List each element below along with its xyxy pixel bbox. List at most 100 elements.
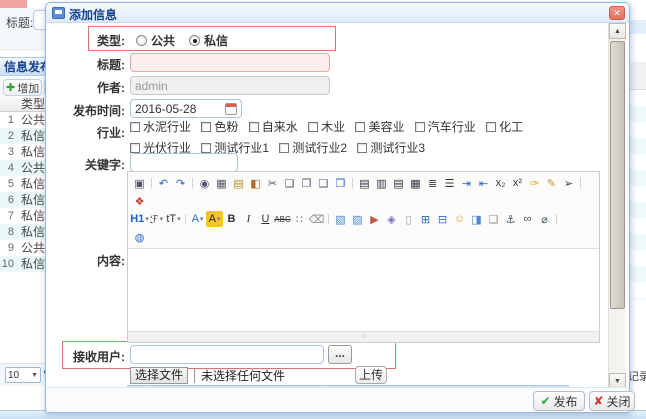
undo-icon[interactable]: ↶: [155, 175, 172, 191]
table-row[interactable]: 7 私信: [0, 208, 47, 224]
industry-checkbox[interactable]: 化工: [486, 117, 523, 137]
outdent-icon[interactable]: ⇤: [475, 175, 492, 191]
quick-format-icon[interactable]: ✎: [543, 175, 560, 191]
checkbox-icon[interactable]: [357, 143, 367, 153]
editor-status-bar[interactable]: ⁘: [128, 331, 599, 342]
cut-icon[interactable]: ✂: [264, 175, 281, 191]
checkbox-icon[interactable]: [249, 122, 259, 132]
industry-checkbox[interactable]: 自来水: [249, 117, 298, 137]
add-button[interactable]: ✚增加: [3, 79, 42, 96]
dialog-header[interactable]: 添加信息 ✕: [46, 3, 629, 23]
align-left-icon[interactable]: ▤: [356, 175, 373, 191]
copy-icon[interactable]: ❏: [281, 175, 298, 191]
align-justify-icon[interactable]: ▦: [407, 175, 424, 191]
redo-icon[interactable]: ↷: [172, 175, 189, 191]
resize-grip-icon[interactable]: ⁘: [360, 332, 367, 341]
receiver-browse-button[interactable]: ...: [328, 345, 352, 364]
source-icon[interactable]: ▣: [131, 175, 148, 191]
media-icon[interactable]: ◈: [383, 211, 400, 227]
close-button[interactable]: ✘ 关闭: [589, 391, 635, 411]
table-row[interactable]: 1 公共: [0, 112, 47, 128]
industry-checkbox[interactable]: 水泥行业: [130, 117, 191, 137]
table-row[interactable]: 9 公共: [0, 240, 47, 256]
table-row[interactable]: 8 私信: [0, 224, 47, 240]
page-size-select[interactable]: 10 ▼: [5, 367, 41, 383]
horizontal-rule-icon[interactable]: ⊟: [434, 211, 451, 227]
keyword-input[interactable]: [130, 153, 238, 172]
checkbox-icon[interactable]: [355, 122, 365, 132]
checkbox-icon[interactable]: [130, 122, 140, 132]
link-icon[interactable]: ∞: [519, 211, 536, 227]
table-row[interactable]: 6 私信: [0, 192, 47, 208]
table-row[interactable]: 4 公共: [0, 160, 47, 176]
publish-button[interactable]: ✔ 发布: [533, 391, 585, 411]
code-icon[interactable]: ◧: [247, 175, 264, 191]
checkbox-icon[interactable]: [201, 143, 211, 153]
anchor-icon[interactable]: ⚓: [502, 211, 519, 227]
special-char-icon[interactable]: ∷: [291, 211, 308, 227]
choose-file-button[interactable]: 选择文件: [130, 367, 188, 384]
checkbox-icon[interactable]: [308, 122, 318, 132]
scroll-up-icon[interactable]: ▲: [609, 23, 626, 39]
unlink-icon[interactable]: ⌀: [536, 211, 553, 227]
publish-date-input[interactable]: 2016-05-28: [130, 99, 242, 118]
strikethrough-icon[interactable]: ABC: [274, 211, 291, 227]
radio-public-circle[interactable]: [136, 35, 147, 46]
editor-content-area[interactable]: [128, 249, 599, 331]
checkbox-icon[interactable]: [486, 122, 496, 132]
scrollbar-thumb[interactable]: [610, 41, 625, 309]
align-right-icon[interactable]: ▤: [390, 175, 407, 191]
checkbox-icon[interactable]: [201, 122, 211, 132]
map-icon[interactable]: ❏: [485, 211, 502, 227]
dialog-close-icon[interactable]: ✕: [609, 6, 625, 20]
underline-icon[interactable]: U: [257, 211, 274, 227]
industry-checkbox[interactable]: 测试行业2: [279, 138, 347, 158]
preview-icon[interactable]: ◉: [196, 175, 213, 191]
format-brush-icon[interactable]: ✑: [526, 175, 543, 191]
paste-icon[interactable]: ❐: [298, 175, 315, 191]
industry-checkbox[interactable]: 美容业: [355, 117, 404, 137]
highlight-color-dropdown[interactable]: A▾: [206, 211, 223, 227]
table-row[interactable]: 2 私信: [0, 128, 47, 144]
template-icon[interactable]: ▤: [230, 175, 247, 191]
checkbox-icon[interactable]: [279, 143, 289, 153]
print-icon[interactable]: ▦: [213, 175, 230, 191]
background-tab[interactable]: [0, 0, 27, 8]
image-upload-icon[interactable]: ▧: [332, 211, 349, 227]
unordered-list-icon[interactable]: ☰: [441, 175, 458, 191]
dialog-scrollbar[interactable]: ▲ ▼: [608, 23, 625, 389]
checkbox-icon[interactable]: [415, 122, 425, 132]
table-row[interactable]: 5 私信: [0, 176, 47, 192]
italic-icon[interactable]: I: [240, 211, 257, 227]
calendar-icon[interactable]: [225, 103, 237, 115]
table-icon[interactable]: ⊞: [417, 211, 434, 227]
font-size-dropdown[interactable]: tT▾: [165, 211, 182, 227]
fullscreen-icon[interactable]: ❖: [131, 193, 148, 209]
indent-icon[interactable]: ⇥: [458, 175, 475, 191]
receiver-input[interactable]: [130, 345, 324, 364]
multi-image-icon[interactable]: ▨: [349, 211, 366, 227]
align-center-icon[interactable]: ▥: [373, 175, 390, 191]
radio-public[interactable]: 公共: [136, 32, 175, 49]
emoticons-icon[interactable]: ☺: [451, 211, 468, 227]
paste-word-icon[interactable]: ❒: [332, 175, 349, 191]
upload-button[interactable]: 上传: [355, 366, 387, 384]
subscript-icon[interactable]: x₂: [492, 175, 509, 191]
bold-icon[interactable]: B: [223, 211, 240, 227]
industry-checkbox[interactable]: 色粉: [201, 117, 238, 137]
industry-checkbox[interactable]: 木业: [308, 117, 345, 137]
paste-text-icon[interactable]: ❑: [315, 175, 332, 191]
remove-format-icon[interactable]: ⌫: [308, 211, 325, 227]
superscript-icon[interactable]: x²: [509, 175, 526, 191]
ordered-list-icon[interactable]: ≣: [424, 175, 441, 191]
file-upload-icon[interactable]: ▯: [400, 211, 417, 227]
select-all-icon[interactable]: ➢: [560, 175, 577, 191]
heading-dropdown[interactable]: H1▾: [131, 211, 148, 227]
checkbox-icon[interactable]: [130, 143, 140, 153]
radio-private[interactable]: 私信: [189, 32, 228, 49]
table-row[interactable]: 10 私信: [0, 256, 47, 272]
flash-icon[interactable]: ▶: [366, 211, 383, 227]
font-family-dropdown[interactable]: ℱ▾: [148, 211, 165, 227]
radio-private-circle[interactable]: [189, 35, 200, 46]
text-color-dropdown[interactable]: A▾: [189, 211, 206, 227]
